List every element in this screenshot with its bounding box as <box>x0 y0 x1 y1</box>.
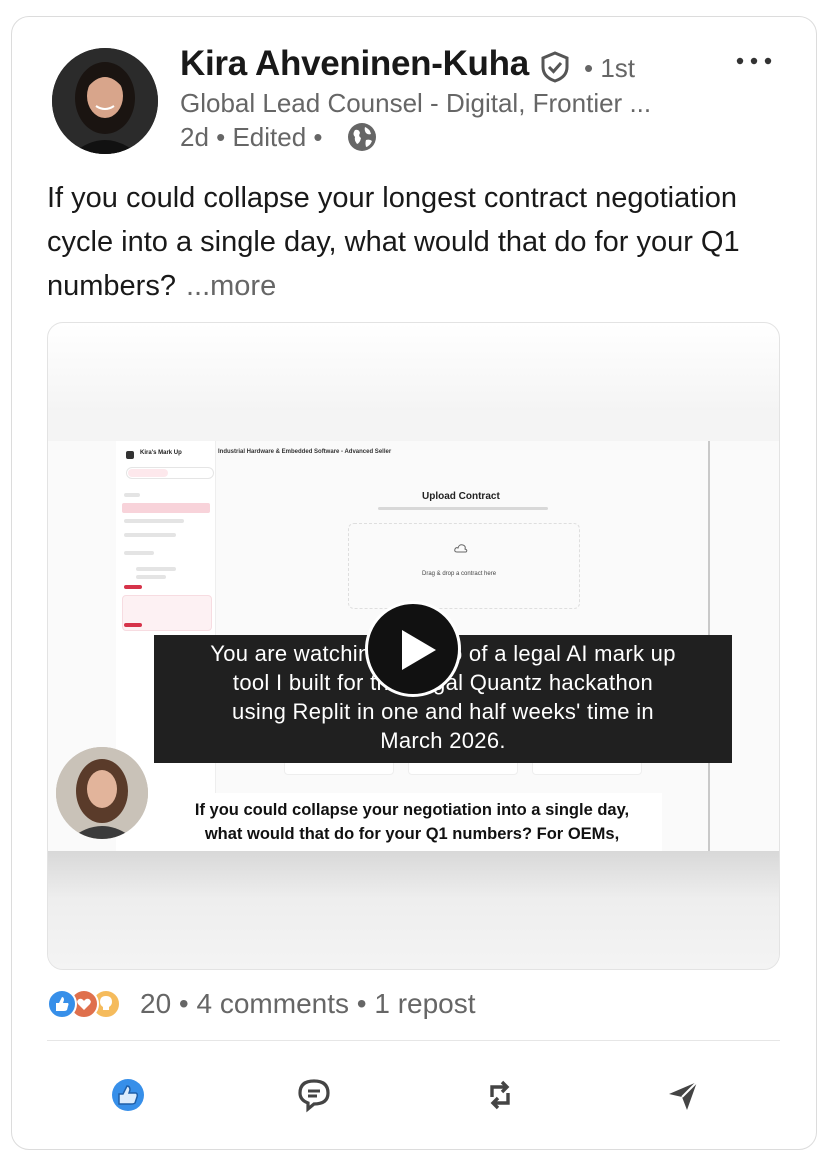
post-body: If you could collapse your longest contr… <box>47 182 740 302</box>
app-toggle-active <box>128 469 168 477</box>
like-button[interactable] <box>105 1072 151 1118</box>
subtitle-line: If you could collapse your negotiation i… <box>194 801 630 819</box>
connection-degree: • 1st <box>584 53 636 83</box>
comment-button[interactable] <box>291 1072 337 1118</box>
author-avatar[interactable] <box>52 48 158 154</box>
verified-icon <box>541 51 569 83</box>
app-logo-text: Kira's Mark Up <box>140 450 182 456</box>
side-line <box>136 567 176 571</box>
app-badge <box>124 623 142 627</box>
post-meta: 2d • Edited • <box>180 122 323 152</box>
repost-icon <box>490 1080 510 1110</box>
send-icon <box>669 1081 698 1110</box>
social-counts[interactable]: 20 • 4 comments • 1 repost <box>140 988 476 1020</box>
globe-icon <box>348 123 376 151</box>
app-header: Industrial Hardware & Embedded Software … <box>218 449 392 455</box>
reaction-icons[interactable] <box>47 986 121 1022</box>
cloud-upload-icon <box>454 544 468 553</box>
send-button[interactable] <box>660 1072 706 1118</box>
like-icon <box>47 989 77 1019</box>
repost-button[interactable] <box>477 1072 523 1118</box>
like-icon <box>112 1079 144 1111</box>
app-upload-subtitle <box>378 507 548 510</box>
video-player[interactable]: Kira's Mark Up Industrial Hardware & Emb… <box>47 322 780 970</box>
author-name[interactable]: Kira Ahveninen-Kuha <box>180 44 529 84</box>
side-line <box>124 493 140 497</box>
play-button[interactable] <box>365 601 461 697</box>
app-drop-text: Drag & drop a contract here <box>422 571 497 577</box>
post-text: If you could collapse your longest contr… <box>47 176 787 308</box>
video-bottom-fade <box>48 851 779 969</box>
presenter-avatar <box>56 747 148 839</box>
side-line <box>124 519 184 523</box>
app-badge <box>124 585 142 589</box>
more-options-icon[interactable] <box>734 46 774 76</box>
see-more-link[interactable]: ...more <box>186 270 276 302</box>
divider <box>47 1040 780 1041</box>
app-upload-title: Upload Contract <box>422 491 500 502</box>
caption-line: March 2026. <box>380 728 506 753</box>
caption-line: using Replit in one and half weeks' time… <box>232 699 654 724</box>
app-logo-icon <box>126 451 134 459</box>
play-icon <box>402 630 436 670</box>
subtitle-line: what would that do for your Q1 numbers? … <box>204 825 620 843</box>
app-dropzone <box>348 523 580 609</box>
comment-icon <box>298 1079 330 1113</box>
side-line <box>124 533 176 537</box>
side-line <box>124 551 154 555</box>
side-line <box>136 575 166 579</box>
side-line-active <box>122 503 210 513</box>
author-headline: Global Lead Counsel - Digital, Frontier … <box>180 88 652 118</box>
